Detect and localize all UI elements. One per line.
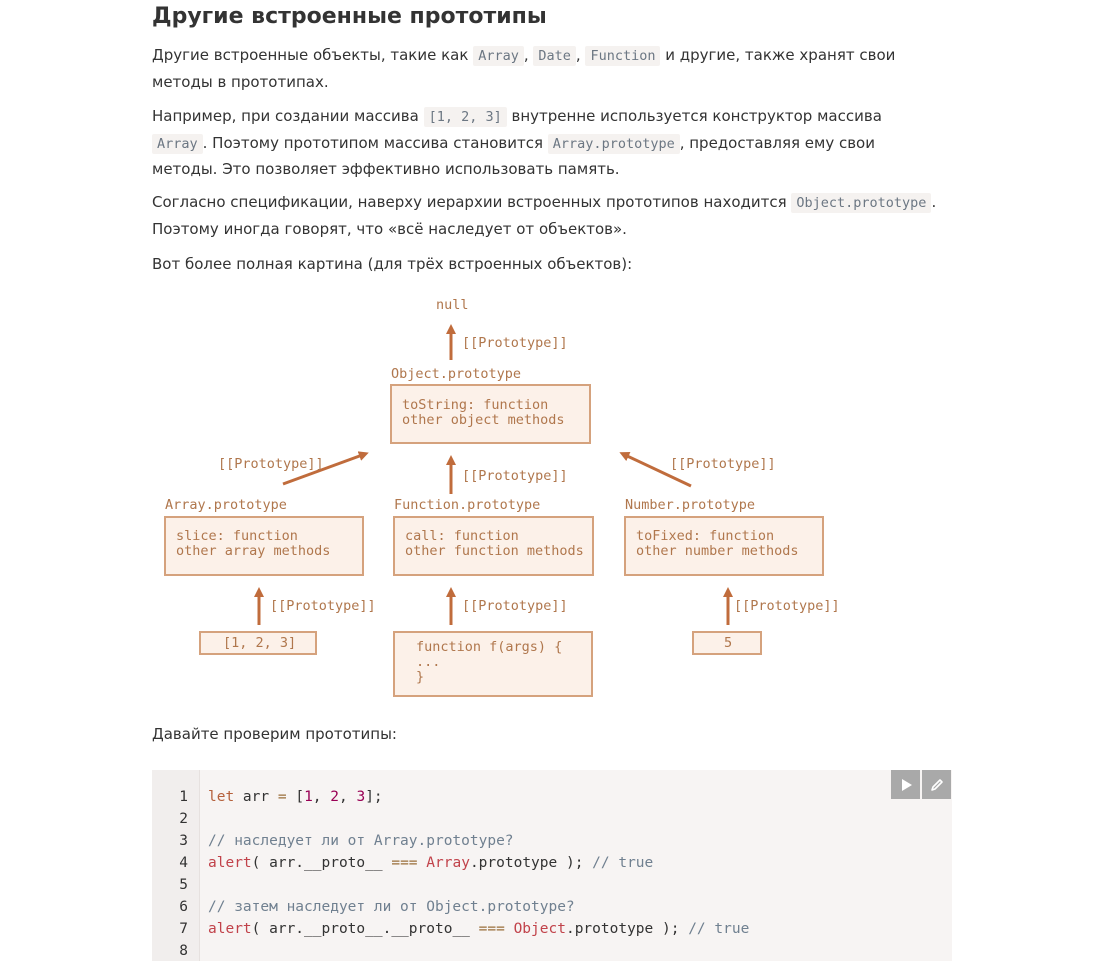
code-token: .prototype ); [469, 855, 593, 871]
code-text: // затем наследует ли от Object.prototyp… [208, 896, 575, 918]
line-number: 3 [179, 833, 188, 849]
code-token: , [339, 789, 357, 805]
line-number: 6 [179, 899, 188, 915]
code-token: === [391, 855, 418, 871]
line-number: 8 [179, 943, 188, 959]
code-token: // затем наследует ли от Object.prototyp… [208, 899, 575, 915]
paragraph-builtin-objects: Другие встроенные объекты, такие как Arr… [152, 43, 942, 95]
function-prototype-line2: other function methods [405, 543, 584, 559]
paragraph-diagram-intro: Вот более полная картина (для трёх встро… [152, 255, 633, 273]
edit-button[interactable] [922, 770, 951, 799]
inline-code: Object.prototype [791, 193, 932, 213]
line-number: 2 [179, 811, 188, 827]
function-instance-line2: ... [416, 654, 440, 670]
prototype-label: [[Prototype]] [670, 456, 776, 472]
function-instance-line1: function f(args) { [416, 639, 562, 655]
code-token: arr [234, 789, 278, 805]
code-token: Object [513, 921, 566, 937]
paragraph-spec: Согласно спецификации, наверху иерархии … [152, 190, 942, 242]
prototype-label: [[Prototype]] [734, 598, 840, 614]
section-heading: Другие встроенные прототипы [152, 4, 547, 29]
code-token: [ [286, 789, 305, 805]
object-prototype-line2: other object methods [402, 412, 565, 428]
code-token: 1 [304, 789, 313, 805]
inline-code: Function [585, 46, 661, 66]
text: внутренне используется конструктор масси… [506, 107, 882, 125]
text: Согласно спецификации, наверху иерархии … [152, 193, 792, 211]
code-token: .prototype ); [565, 921, 689, 937]
inline-code: [1, 2, 3] [423, 107, 507, 127]
code-token: , [312, 789, 331, 805]
text: , [523, 46, 534, 64]
line-number: 5 [179, 877, 188, 893]
code-token: Array [426, 855, 470, 871]
line-number: 7 [179, 921, 188, 937]
pencil-icon [930, 778, 943, 791]
code-token: ( arr.__proto__ [251, 855, 392, 871]
number-prototype-title: Number.prototype [625, 497, 755, 513]
function-prototype-line1: call: function [405, 528, 519, 544]
code-text: alert( arr.__proto__ === Array.prototype… [208, 852, 653, 874]
code-token: let [208, 789, 235, 805]
code-token: 3 [356, 789, 366, 805]
line-number: 1 [179, 789, 188, 805]
inline-code: Array [473, 46, 524, 66]
paragraph-check-intro: Давайте проверим прототипы: [152, 725, 397, 743]
code-token: // true [688, 921, 750, 937]
prototype-label: [[Prototype]] [462, 468, 568, 484]
code-token: // наследует ли от Array.prototype? [208, 833, 514, 849]
text: Например, при создании массива [152, 107, 424, 125]
code-example: 1 let arr = [1, 2, 3]; 2 3// наследует ли о… [152, 770, 952, 961]
code-token: === [478, 921, 505, 937]
code-token: alert [208, 921, 252, 937]
number-prototype-line2: other number methods [636, 543, 799, 559]
number-prototype-line1: toFixed: function [636, 528, 774, 544]
array-prototype-line1: slice: function [176, 528, 298, 544]
array-instance-value: [1, 2, 3] [223, 635, 296, 651]
code-token: alert [208, 855, 252, 871]
function-instance-line3: } [416, 669, 424, 685]
paragraph-array-example: Например, при создании массива [1, 2, 3]… [152, 104, 942, 183]
code-text: let arr = [1, 2, 3]; [208, 786, 383, 808]
object-prototype-title: Object.prototype [391, 366, 521, 382]
inline-code: Array [152, 133, 203, 154]
code-token: 2 [330, 789, 339, 805]
code-text: alert( arr.__proto__.__proto__ === Objec… [208, 918, 749, 940]
code-token: ]; [365, 789, 383, 805]
object-prototype-line1: toString: function [402, 397, 548, 413]
prototype-label: [[Prototype]] [462, 598, 568, 614]
prototype-label: [[Prototype]] [270, 598, 376, 614]
run-button[interactable] [891, 770, 920, 799]
line-number: 4 [179, 855, 188, 871]
code-token: // true [592, 855, 654, 871]
prototype-label: [[Prototype]] [462, 335, 568, 351]
number-instance-value: 5 [724, 635, 732, 651]
code-token: ( arr.__proto__.__proto__ [251, 921, 479, 937]
play-icon [901, 778, 912, 791]
function-prototype-title: Function.prototype [394, 497, 540, 513]
text: Другие встроенные объекты, такие как [152, 46, 474, 64]
prototype-label: [[Prototype]] [218, 456, 324, 472]
text: . Поэтому прототипом массива становится [202, 133, 548, 152]
inline-code: Array.prototype [547, 133, 680, 154]
null-label: null [436, 297, 469, 313]
code-token: = [277, 789, 287, 805]
inline-code: Date [533, 46, 576, 66]
array-prototype-line2: other array methods [176, 543, 330, 559]
array-prototype-title: Array.prototype [165, 497, 287, 513]
prototype-diagram: null [[Prototype]] Object.prototype toSt… [164, 297, 840, 697]
code-text: // наследует ли от Array.prototype? [208, 830, 514, 852]
